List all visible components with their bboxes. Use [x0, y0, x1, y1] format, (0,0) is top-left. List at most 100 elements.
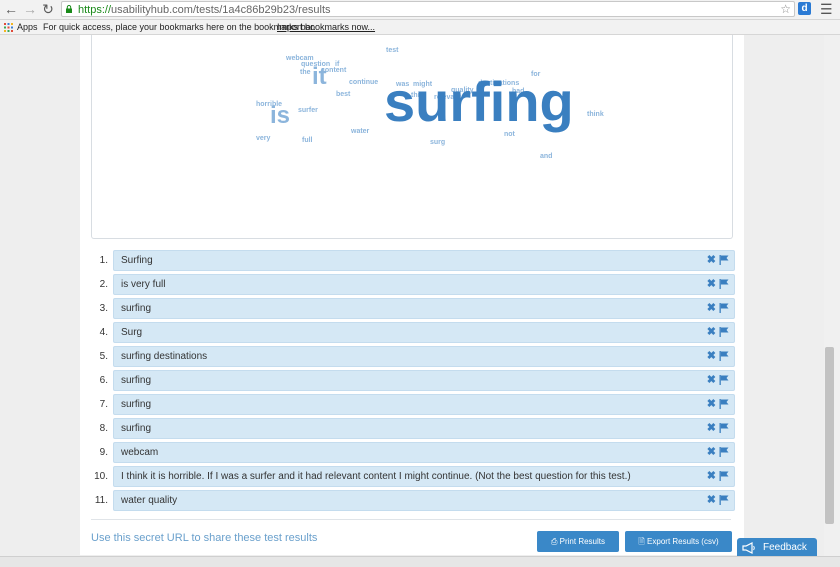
response-row: 9. webcam ✖ [90, 442, 735, 463]
word-cloud: test webcam question if the content it c… [91, 35, 733, 239]
response-number: 10. [94, 471, 108, 482]
print-results-button[interactable]: ⎙ Print Results [537, 531, 619, 552]
remove-icon[interactable]: ✖ [707, 347, 716, 366]
response-row: 10. I think it is horrible. If I was a su… [90, 466, 735, 487]
feedback-button[interactable]: Feedback [737, 538, 817, 558]
remove-icon[interactable]: ✖ [707, 323, 716, 342]
flag-icon[interactable] [719, 399, 729, 409]
bookmarks-message: For quick access, place your bookmarks h… [43, 22, 316, 32]
flag-icon[interactable] [719, 255, 729, 265]
response-box: surfing ✖ [113, 418, 735, 439]
response-row: 7. surfing ✖ [90, 394, 735, 415]
address-bar[interactable]: https://usabilityhub.com/tests/1a4c86b29… [61, 1, 795, 17]
cloud-word: very [256, 135, 271, 142]
reload-icon[interactable]: ↻ [40, 1, 56, 17]
response-row: 11. water quality ✖ [90, 490, 735, 511]
response-number: 5. [99, 351, 108, 362]
export-results-button[interactable]: 🗎 Export Results (csv) [625, 531, 732, 552]
response-text: Surg [121, 327, 143, 338]
response-box: water quality ✖ [113, 490, 735, 511]
export-results-label: Export Results (csv) [647, 537, 719, 546]
response-number: 8. [99, 423, 108, 434]
lock-icon [66, 5, 72, 13]
cloud-word: and [540, 153, 553, 160]
response-row: 6. surfing ✖ [90, 370, 735, 391]
url-scheme: https:// [78, 4, 112, 16]
response-text: I think it is horrible. If I was a surfe… [121, 471, 631, 482]
feedback-label: Feedback [763, 542, 807, 553]
response-number: 3. [99, 303, 108, 314]
flag-icon[interactable] [719, 279, 729, 289]
cloud-word: surfer [298, 107, 318, 114]
response-number: 11. [94, 495, 108, 506]
response-number: 7. [99, 399, 108, 410]
cloud-word: is [270, 102, 291, 129]
remove-icon[interactable]: ✖ [707, 371, 716, 390]
remove-icon[interactable]: ✖ [707, 443, 716, 462]
scrollbar-thumb[interactable] [825, 347, 834, 524]
response-box: Surfing ✖ [113, 250, 735, 271]
apps-label[interactable]: Apps [17, 20, 38, 34]
cloud-word: the [300, 69, 311, 76]
response-text: webcam [121, 447, 159, 458]
cloud-word: surg [430, 139, 446, 146]
response-number: 4. [99, 327, 108, 338]
apps-icon[interactable] [4, 23, 13, 32]
response-box: is very full ✖ [113, 274, 735, 295]
cloud-word: water [351, 128, 370, 135]
response-row: 2. is very full ✖ [90, 274, 735, 295]
remove-icon[interactable]: ✖ [707, 419, 716, 438]
response-number: 6. [99, 375, 108, 386]
flag-icon[interactable] [719, 303, 729, 313]
response-box: surfing destinations ✖ [113, 346, 735, 367]
flag-icon[interactable] [719, 327, 729, 337]
print-results-label: Print Results [559, 537, 605, 546]
responses-list: 1. Surfing ✖ 2. is very full ✖ 3. surfing ✖ 4. Sur… [90, 250, 735, 514]
response-box: surfing ✖ [113, 370, 735, 391]
response-row: 8. surfing ✖ [90, 418, 735, 439]
printer-icon: ⎙ [551, 537, 558, 546]
flag-icon[interactable] [719, 423, 729, 433]
extension-icon[interactable]: d [798, 2, 811, 15]
response-box: surfing ✖ [113, 298, 735, 319]
flag-icon[interactable] [719, 351, 729, 361]
share-results-link[interactable]: Use this secret URL to share these test … [91, 532, 317, 544]
remove-icon[interactable]: ✖ [707, 467, 716, 486]
remove-icon[interactable]: ✖ [707, 299, 716, 318]
response-text: Surfing [121, 255, 153, 266]
flag-icon[interactable] [719, 495, 729, 505]
bookmark-star-icon[interactable]: ☆ [780, 2, 791, 17]
response-box: Surg ✖ [113, 322, 735, 343]
remove-icon[interactable]: ✖ [707, 251, 716, 270]
response-text: surfing [121, 399, 152, 410]
cloud-word: surfing [384, 70, 574, 133]
remove-icon[interactable]: ✖ [707, 491, 716, 510]
window-bottom-edge [0, 556, 840, 567]
flag-icon[interactable] [719, 447, 729, 457]
menu-icon[interactable]: ☰ [820, 0, 833, 18]
import-bookmarks-link[interactable]: Import bookmarks now... [277, 20, 375, 34]
response-text: surfing destinations [121, 351, 208, 362]
cloud-word: test [386, 47, 399, 54]
cloud-word: full [302, 137, 313, 144]
bookmarks-bar: Apps For quick access, place your bookma… [0, 20, 840, 35]
response-number: 1. [99, 255, 108, 266]
cloud-word: it [312, 63, 327, 90]
cloud-word: continue [349, 79, 379, 86]
response-box: surfing ✖ [113, 394, 735, 415]
remove-icon[interactable]: ✖ [707, 275, 716, 294]
response-text: surfing [121, 423, 152, 434]
forward-icon[interactable]: → [22, 1, 38, 17]
divider [91, 519, 731, 520]
megaphone-icon [742, 542, 755, 554]
url-text: usabilityhub.com/tests/1a4c86b29b23/resu… [111, 4, 331, 16]
flag-icon[interactable] [719, 375, 729, 385]
document-icon: 🗎 [638, 537, 645, 546]
back-icon[interactable]: ← [3, 1, 19, 17]
response-box: I think it is horrible. If I was a surfe… [113, 466, 735, 487]
flag-icon[interactable] [719, 471, 729, 481]
response-row: 3. surfing ✖ [90, 298, 735, 319]
cloud-word: not [504, 131, 515, 138]
response-box: webcam ✖ [113, 442, 735, 463]
remove-icon[interactable]: ✖ [707, 395, 716, 414]
